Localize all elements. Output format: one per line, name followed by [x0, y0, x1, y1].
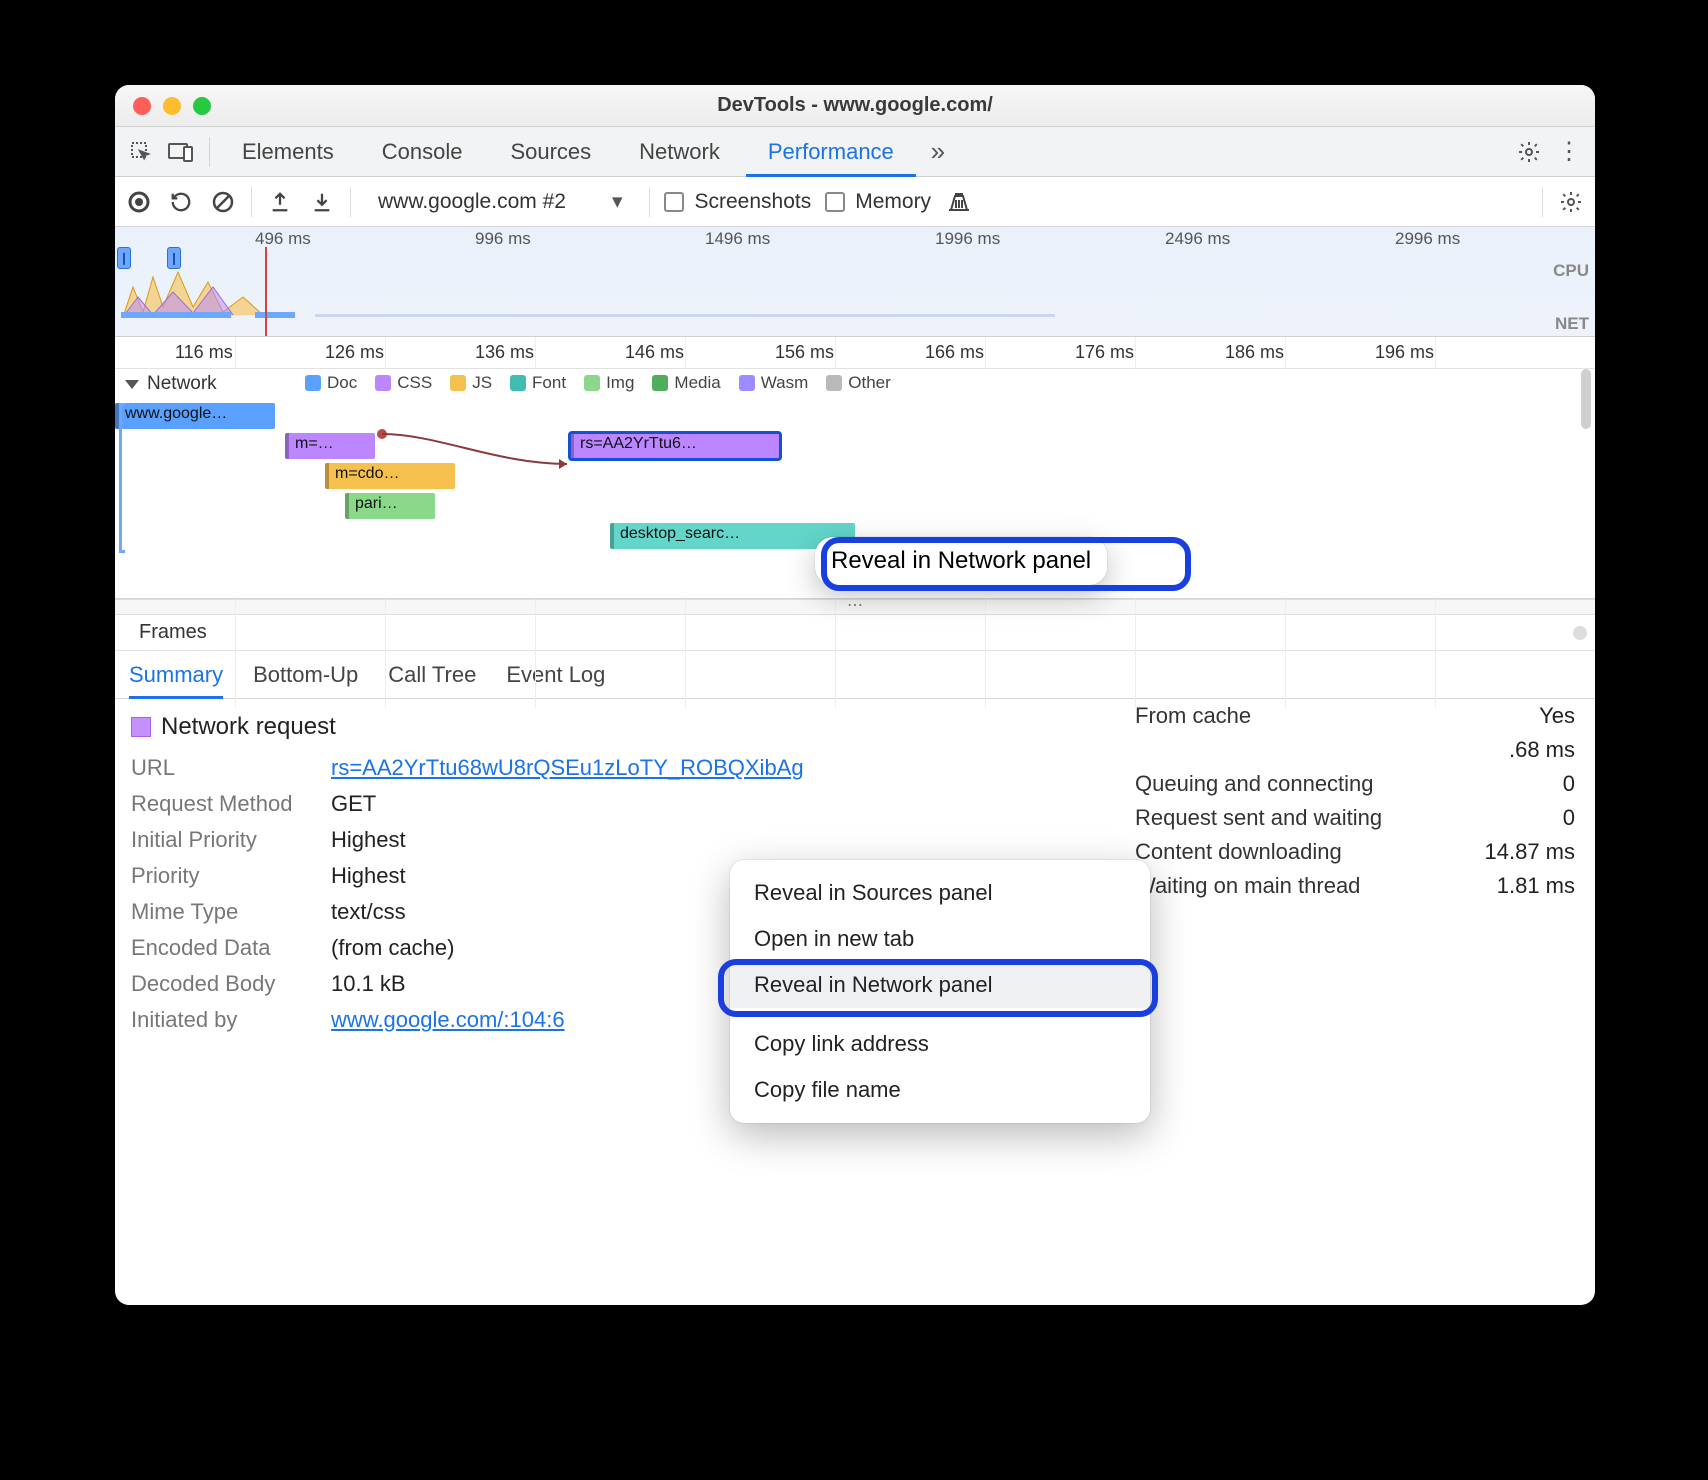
detail-tab-calltree[interactable]: Call Tree — [388, 651, 476, 699]
overview-cpu-spark — [123, 267, 303, 327]
ctx-open-new-tab[interactable]: Open in new tab — [730, 916, 1150, 962]
overview-marker — [265, 247, 267, 336]
flame-popup: Reveal in Network panel — [815, 537, 1107, 585]
tab-elements[interactable]: Elements — [220, 127, 356, 177]
selection-handle-left[interactable]: ❙ — [117, 247, 131, 269]
ctx-copy-link[interactable]: Copy link address — [730, 1021, 1150, 1067]
collect-garbage-icon[interactable] — [945, 188, 973, 216]
traffic-lights — [115, 97, 211, 115]
ctx-reveal-sources[interactable]: Reveal in Sources panel — [730, 870, 1150, 916]
ctx-copy-filename[interactable]: Copy file name — [730, 1067, 1150, 1113]
summary-initprio-label: Initial Priority — [131, 827, 331, 853]
clear-icon[interactable] — [209, 188, 237, 216]
reload-record-icon[interactable] — [167, 188, 195, 216]
request-bar-m1[interactable]: m=… — [285, 433, 375, 459]
screenshots-checkbox[interactable]: Screenshots — [664, 190, 811, 214]
more-tabs-icon[interactable]: » — [920, 134, 956, 170]
summary-enc-label: Encoded Data — [131, 935, 331, 961]
download-icon[interactable] — [308, 188, 336, 216]
lane-bracket — [119, 403, 125, 553]
recording-select-label: www.google.com #2 — [378, 190, 566, 214]
devtools-window: DevTools - www.google.com/ Elements Cons… — [115, 85, 1595, 1305]
overview-cpu-label: CPU — [1553, 261, 1589, 281]
performance-toolbar: www.google.com #2 ▾ Screenshots Memory — [115, 177, 1595, 227]
detail-tab-bottomup[interactable]: Bottom-Up — [253, 651, 358, 699]
inspect-icon[interactable] — [123, 134, 159, 170]
overview-selection-handles[interactable]: ❙ ❙ — [117, 247, 181, 269]
overview-ticks: 496 ms 996 ms 1496 ms 1996 ms 2496 ms 29… — [115, 227, 1595, 247]
request-bar-pari[interactable]: pari… — [345, 493, 435, 519]
frames-lane[interactable]: Frames — [115, 615, 1595, 651]
summary-color-swatch — [131, 717, 151, 737]
detail-tab-eventlog[interactable]: Event Log — [506, 651, 605, 699]
flame-time-ruler: 116 ms 126 ms 136 ms 146 ms 156 ms 166 m… — [115, 337, 1595, 369]
summary-initby-label: Initiated by — [131, 1007, 331, 1033]
ctx-reveal-network[interactable]: Reveal in Network panel — [730, 962, 1150, 1008]
detail-tabs: Summary Bottom-Up Call Tree Event Log — [115, 651, 1595, 699]
minimize-icon[interactable] — [163, 97, 181, 115]
summary-url-label: URL — [131, 755, 331, 781]
window-title: DevTools - www.google.com/ — [115, 94, 1595, 117]
tab-console[interactable]: Console — [360, 127, 485, 177]
request-bar-rs-selected[interactable]: rs=AA2YrTtu6… — [570, 433, 780, 459]
summary-prio-label: Priority — [131, 863, 331, 889]
overview-net-label: NET — [1555, 314, 1589, 334]
memory-checkbox[interactable]: Memory — [825, 190, 931, 214]
network-lane-title: Network — [147, 373, 217, 395]
recording-select[interactable]: www.google.com #2 ▾ — [365, 184, 635, 219]
frames-label: Frames — [139, 621, 207, 644]
kebab-icon[interactable]: ⋮ — [1551, 134, 1587, 170]
frames-scroll-dot — [1573, 626, 1587, 640]
close-icon[interactable] — [133, 97, 151, 115]
zoom-icon[interactable] — [193, 97, 211, 115]
device-toggle-icon[interactable] — [163, 134, 199, 170]
summary-right-stats: From cacheYes .68 ms Queuing and connect… — [1135, 699, 1575, 903]
request-bar-mcdo[interactable]: m=cdo… — [325, 463, 455, 489]
network-legend: Doc CSS JS Font Img Media Wasm Other — [305, 373, 891, 393]
flame-scrollbar[interactable] — [1579, 369, 1593, 599]
window-titlebar: DevTools - www.google.com/ — [115, 85, 1595, 127]
overview-timeline[interactable]: 496 ms 996 ms 1496 ms 1996 ms 2496 ms 29… — [115, 227, 1595, 337]
pane-splitter[interactable]: ⋯ — [115, 599, 1595, 615]
capture-settings-icon[interactable] — [1557, 188, 1585, 216]
request-bar-google[interactable]: www.google… — [115, 403, 275, 429]
tab-performance[interactable]: Performance — [746, 127, 916, 177]
collapse-icon[interactable] — [125, 380, 139, 389]
summary-method-label: Request Method — [131, 791, 331, 817]
record-icon[interactable] — [125, 188, 153, 216]
flame-popup-label: Reveal in Network panel — [831, 547, 1091, 574]
summary-mime-label: Mime Type — [131, 899, 331, 925]
selection-handle-right[interactable]: ❙ — [167, 247, 181, 269]
detail-tab-summary[interactable]: Summary — [129, 651, 223, 699]
tab-network[interactable]: Network — [617, 127, 742, 177]
context-menu: Reveal in Sources panel Open in new tab … — [730, 860, 1150, 1123]
upload-icon[interactable] — [266, 188, 294, 216]
settings-icon[interactable] — [1511, 134, 1547, 170]
tab-sources[interactable]: Sources — [488, 127, 613, 177]
summary-dec-label: Decoded Body — [131, 971, 331, 997]
devtools-tabbar: Elements Console Sources Network Perform… — [115, 127, 1595, 177]
